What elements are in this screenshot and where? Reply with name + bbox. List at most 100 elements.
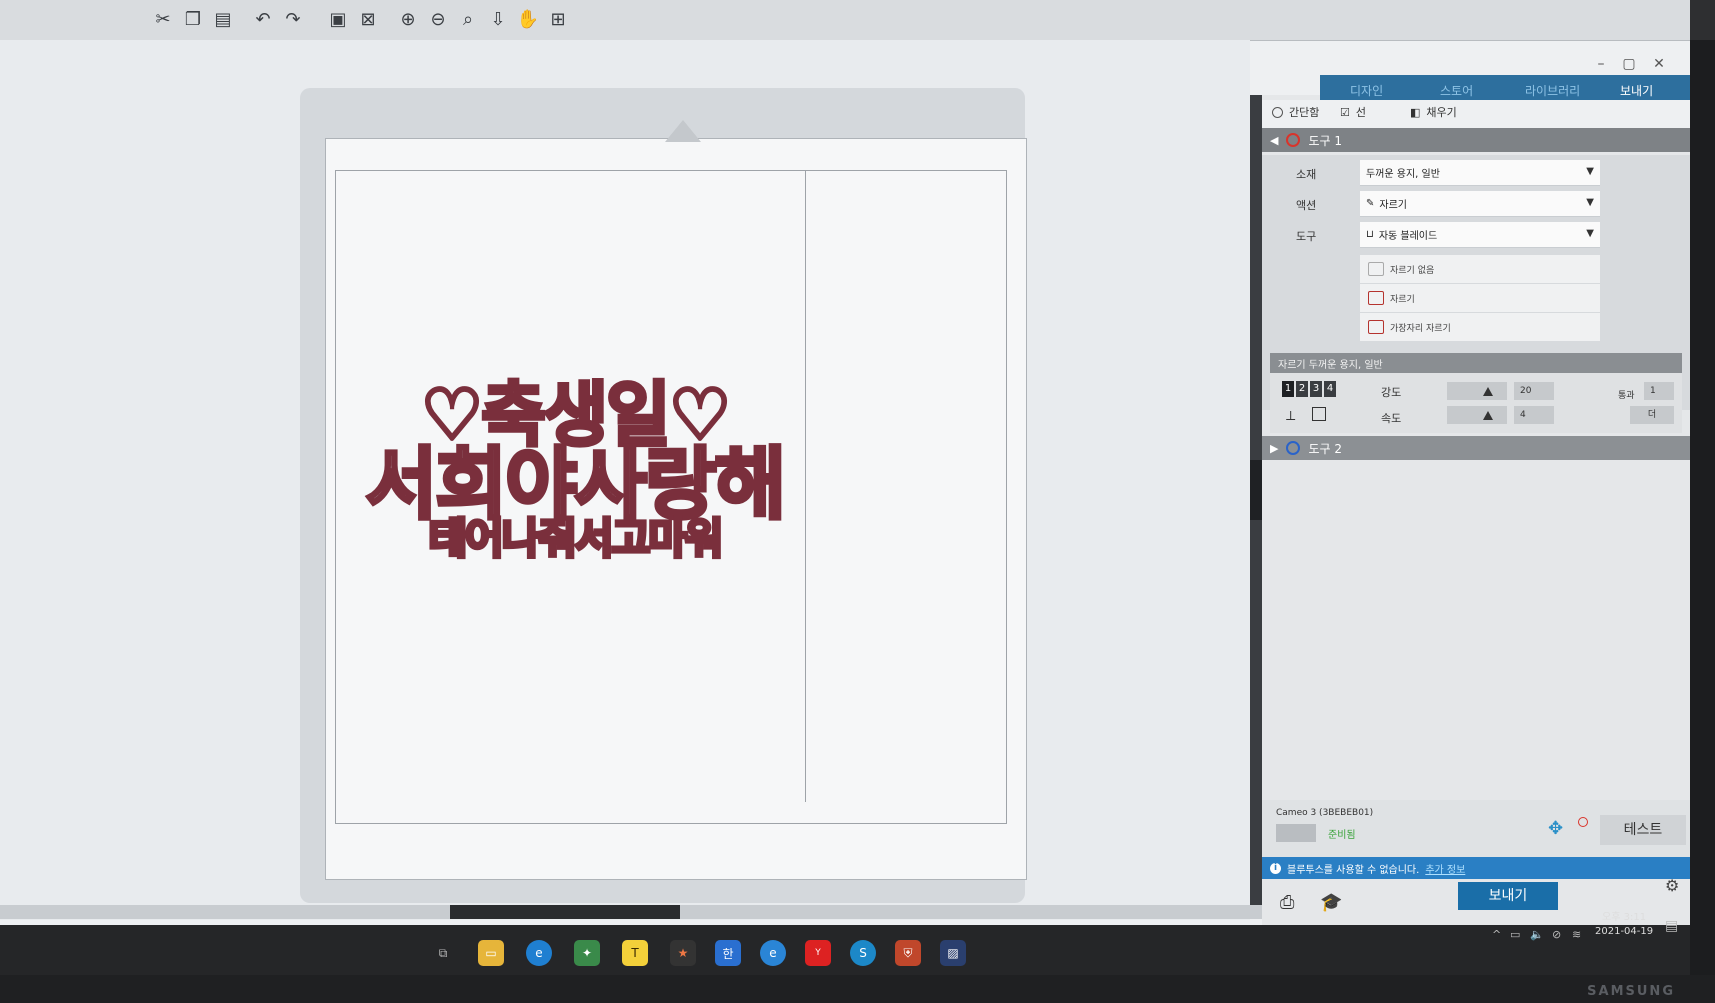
material-select[interactable]: 두꺼운 용지, 일반 ▼ <box>1360 160 1600 186</box>
option-cut[interactable]: 자르기 <box>1360 284 1600 312</box>
collapse-arrow-icon: ◀ <box>1270 133 1279 147</box>
ime-icon[interactable]: ⊘ <box>1552 928 1561 941</box>
file-explorer-icon[interactable]: ▭ <box>478 940 504 966</box>
force-label: 강도 <box>1381 386 1402 399</box>
app-icon[interactable]: ✦ <box>574 940 600 966</box>
notification-icon[interactable]: ▤ <box>1665 918 1678 934</box>
more-button[interactable]: 더 <box>1630 406 1674 424</box>
force-slider[interactable] <box>1447 382 1507 400</box>
select-all-icon[interactable]: ▣ <box>325 6 351 32</box>
clock-date: 2021-04-19 <box>1595 926 1654 937</box>
settings-gear-icon[interactable]: ⚙ <box>1665 876 1679 895</box>
submode-line-label: 선 <box>1355 106 1366 119</box>
pass-4[interactable]: 4 <box>1324 381 1336 397</box>
kakaotalk-icon[interactable]: T <box>622 940 648 966</box>
tab-store[interactable]: 스토어 <box>1440 82 1473 99</box>
copy-icon[interactable]: ❐ <box>180 6 206 32</box>
tool2-header[interactable]: ▶ 도구 2 <box>1262 436 1690 460</box>
speed-slider[interactable] <box>1447 406 1507 424</box>
horizontal-scroll-thumb[interactable] <box>450 905 680 919</box>
chevron-down-icon: ▼ <box>1586 166 1594 177</box>
submode-line[interactable]: ☑ 선 <box>1340 104 1366 120</box>
line-segment-icon[interactable]: ⟂ <box>1286 408 1295 424</box>
test-button[interactable]: 테스트 <box>1600 815 1686 845</box>
material-value: 두꺼운 용지, 일반 <box>1366 169 1440 180</box>
pan-hand-icon[interactable]: ✋ <box>515 6 541 32</box>
option-edge-cut[interactable]: 가장자리 자르기 <box>1360 313 1600 341</box>
feed-direction-arrow-icon <box>665 120 701 142</box>
network-icon[interactable]: ▭ <box>1510 928 1520 941</box>
maximize-icon[interactable]: ▢ <box>1618 56 1640 76</box>
edge-cut-icon <box>1368 320 1384 334</box>
force-input[interactable]: 20 <box>1514 382 1554 400</box>
star-app-icon[interactable]: ★ <box>670 940 696 966</box>
move-arrows-icon[interactable]: ✥ <box>1548 818 1563 839</box>
submode-simple[interactable]: 간단함 <box>1272 104 1319 120</box>
expand-arrow-icon: ▶ <box>1270 441 1279 455</box>
security-shield-icon[interactable]: ⛨ <box>895 940 921 966</box>
taskbar-clock[interactable]: 오후 3:11 2021-04-19 <box>1595 911 1653 939</box>
submode-fill[interactable]: ◧ 채우기 <box>1410 104 1457 120</box>
redo-icon[interactable]: ↷ <box>280 6 306 32</box>
bluetooth-info-bar: i 블루투스를 사용할 수 없습니다. 추가 정보 <box>1262 857 1690 879</box>
add-page-icon[interactable]: ⊞ <box>545 6 571 32</box>
tool1-label: 도구 1 <box>1308 133 1342 148</box>
material-label: 소재 <box>1296 168 1317 181</box>
move-down-icon[interactable]: ⇩ <box>485 6 511 32</box>
device-name: Cameo 3 (3BEBEB01) <box>1276 808 1374 818</box>
volume-icon[interactable]: 🔈 <box>1530 928 1544 941</box>
vertical-scroll-thumb[interactable] <box>1250 460 1262 520</box>
tab-library[interactable]: 라이브러리 <box>1525 82 1580 99</box>
more-info-link[interactable]: 추가 정보 <box>1425 861 1465 876</box>
ybm-icon[interactable]: Y <box>805 940 831 966</box>
zoom-in-icon[interactable]: ⊕ <box>395 6 421 32</box>
send-submodes <box>1262 100 1690 131</box>
paste-icon[interactable]: ▤ <box>210 6 236 32</box>
pass-3[interactable]: 3 <box>1310 381 1322 397</box>
zoom-fit-icon[interactable]: ⌕ <box>455 6 481 32</box>
option-no-cut[interactable]: 자르기 없음 <box>1360 255 1600 283</box>
edge-browser-icon[interactable]: e <box>526 940 552 966</box>
minimize-icon[interactable]: – <box>1590 56 1612 76</box>
silhouette-studio-icon[interactable]: S <box>850 940 876 966</box>
tutorial-cap-icon[interactable]: 🎓 <box>1320 892 1342 913</box>
tool-select[interactable]: ⊔ 자동 블레이드 ▼ <box>1360 222 1600 248</box>
line-mode-icon: ☑ <box>1340 105 1350 119</box>
cutter-shortcut-icon[interactable]: ⎙ <box>1280 892 1294 913</box>
close-icon[interactable]: ✕ <box>1648 56 1670 76</box>
send-button[interactable]: 보내기 <box>1458 882 1558 910</box>
task-view-icon[interactable]: ⧉ <box>430 940 456 966</box>
undo-icon[interactable]: ↶ <box>250 6 276 32</box>
fill-mode-icon: ◧ <box>1410 105 1421 119</box>
pass-2[interactable]: 2 <box>1296 381 1308 397</box>
monitor-bezel-right <box>1690 40 1715 1003</box>
submode-fill-label: 채우기 <box>1426 106 1457 119</box>
bluetooth-message: 블루투스를 사용할 수 없습니다. <box>1287 864 1420 876</box>
pass-count-input[interactable]: 1 <box>1644 382 1674 400</box>
tab-design[interactable]: 디자인 <box>1350 82 1383 99</box>
option-cut-label: 자르기 <box>1390 294 1415 305</box>
action-select[interactable]: ✎ 자르기 ▼ <box>1360 191 1600 217</box>
monitor-bezel-bottom: SAMSUNG <box>0 975 1715 1003</box>
zoom-out-icon[interactable]: ⊖ <box>425 6 451 32</box>
rectangle-icon[interactable] <box>1312 407 1326 421</box>
tray-chevron-up-icon[interactable]: ^ <box>1492 928 1501 941</box>
speed-input[interactable]: 4 <box>1514 406 1554 424</box>
tool-value: 자동 블레이드 <box>1378 231 1438 242</box>
pass-1[interactable]: 1 <box>1282 381 1294 397</box>
option-edge-cut-label: 가장자리 자르기 <box>1390 323 1451 334</box>
deselect-icon[interactable]: ⊠ <box>355 6 381 32</box>
autoblade-icon: ⊔ <box>1366 229 1374 240</box>
cut-icon <box>1368 291 1384 305</box>
hangul-icon[interactable]: 한 <box>715 940 741 966</box>
tool2-ring-icon <box>1286 441 1301 455</box>
cake-topper-design[interactable]: ♡축생일♡ 서희야사랑해 태어나줘서고마워 <box>340 378 810 562</box>
cut-icon[interactable]: ✂ <box>150 6 176 32</box>
tab-send[interactable]: 보내기 <box>1620 82 1653 99</box>
internet-explorer-icon[interactable]: e <box>760 940 786 966</box>
pass-selector[interactable]: 1 2 3 4 <box>1282 381 1336 397</box>
stop-icon[interactable] <box>1578 817 1588 827</box>
wifi-icon[interactable]: ≋ <box>1572 928 1581 941</box>
photo-app-icon[interactable]: ▨ <box>940 940 966 966</box>
tool1-header[interactable]: ◀ 도구 1 <box>1262 128 1690 152</box>
